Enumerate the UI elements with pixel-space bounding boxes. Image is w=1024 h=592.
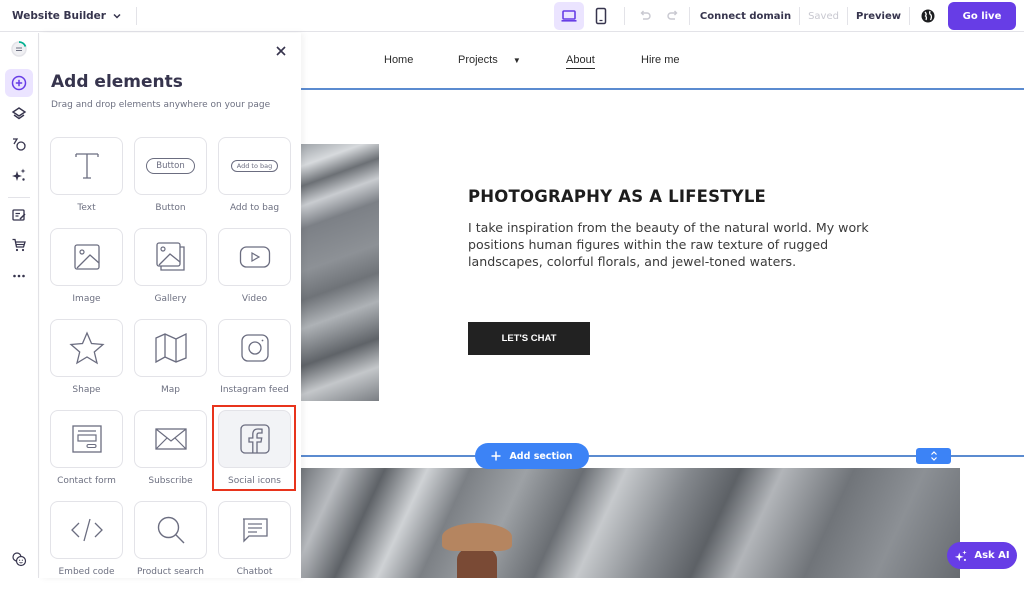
close-icon — [276, 46, 286, 56]
top-bar: Website Builder Connect domain Saved Pre… — [0, 0, 1024, 32]
element-tile-social-icons[interactable]: Social icons — [218, 410, 291, 501]
element-tile-product-search[interactable]: Product search — [134, 501, 207, 592]
map-icon — [154, 332, 187, 364]
section-background-image[interactable] — [300, 468, 960, 578]
site-settings-button[interactable] — [914, 2, 942, 30]
ai-tools-button[interactable] — [5, 161, 33, 189]
undo-icon — [640, 10, 651, 20]
layers-icon — [11, 107, 27, 120]
lets-chat-button[interactable]: LET'S CHAT — [468, 322, 590, 355]
element-tile-button[interactable]: Button Button — [134, 137, 207, 228]
panel-subtitle: Drag and drop elements anywhere on your … — [51, 100, 271, 110]
checklist-progress-icon — [11, 41, 27, 57]
edit-document-icon — [12, 209, 26, 221]
nav-item-home[interactable]: Home — [384, 54, 413, 66]
close-panel-button[interactable] — [273, 43, 289, 59]
redo-button[interactable] — [659, 2, 687, 30]
nav-item-hire-me[interactable]: Hire me — [641, 54, 680, 66]
element-tile-video[interactable]: Video — [218, 228, 291, 319]
left-rail — [0, 33, 39, 578]
website-canvas: Home Projects ▼ About Hire me PHOTOGRAPH… — [300, 33, 1024, 578]
chevron-down-icon — [113, 13, 121, 19]
cart-icon — [12, 238, 26, 252]
facebook-icon — [239, 424, 270, 454]
connect-domain-button[interactable]: Connect domain — [692, 11, 799, 22]
element-tile-subscribe[interactable]: Subscribe — [134, 410, 207, 501]
more-button[interactable] — [5, 262, 33, 290]
saved-status: Saved — [808, 10, 839, 22]
preview-button[interactable]: Preview — [848, 11, 909, 22]
undo-button[interactable] — [631, 2, 659, 30]
add-section-button[interactable]: Add section — [475, 443, 589, 469]
gallery-icon — [155, 242, 185, 271]
store-button[interactable] — [5, 231, 33, 259]
image-icon — [73, 244, 100, 270]
more-dots-icon — [13, 274, 25, 278]
code-icon — [70, 518, 103, 542]
desktop-view-button[interactable] — [553, 2, 584, 30]
divider — [909, 7, 910, 25]
person-hat — [442, 523, 512, 551]
go-live-button[interactable]: Go live — [948, 2, 1016, 30]
add-elements-button[interactable] — [5, 69, 33, 97]
element-tile-instagram-feed[interactable]: Instagram feed — [218, 319, 291, 410]
contact-form-icon — [71, 425, 102, 453]
chevron-up-down-icon — [930, 451, 937, 461]
divider — [623, 7, 625, 25]
ask-ai-button[interactable]: Ask AI — [947, 542, 1017, 569]
element-tile-contact-form[interactable]: Contact form — [50, 410, 123, 501]
hero-text[interactable]: I take inspiration from the beauty of th… — [468, 219, 898, 270]
laptop-icon — [561, 10, 577, 22]
divider — [135, 6, 137, 25]
website-builder-menu[interactable]: Website Builder — [0, 10, 122, 22]
mobile-view-button[interactable] — [586, 2, 616, 30]
instagram-icon — [240, 334, 269, 362]
hero-image[interactable] — [300, 144, 379, 401]
progress-checklist-button[interactable] — [5, 35, 33, 63]
element-tile-map[interactable]: Map — [134, 319, 207, 410]
plus-icon — [491, 451, 501, 461]
element-tile-embed-code[interactable]: Embed code — [50, 501, 123, 592]
redo-icon — [667, 10, 678, 20]
blog-button[interactable] — [5, 201, 33, 229]
element-tile-image[interactable]: Image — [50, 228, 123, 319]
text-icon — [74, 153, 99, 179]
element-tile-gallery[interactable]: Gallery — [134, 228, 207, 319]
add-elements-panel: Add elements Drag and drop elements anyw… — [40, 33, 301, 578]
brand-label: Website Builder — [12, 9, 106, 22]
envelope-icon — [154, 428, 187, 450]
elements-grid: Text Button Button Add to bag Add to bag… — [50, 137, 291, 592]
phone-icon — [595, 7, 607, 25]
styles-button[interactable] — [5, 130, 33, 158]
help-chat-icon — [12, 552, 27, 567]
palette-shapes-icon — [13, 138, 26, 151]
globe-icon — [921, 9, 935, 23]
panel-title: Add elements — [51, 72, 183, 92]
help-button[interactable] — [5, 545, 33, 573]
element-tile-shape[interactable]: Shape — [50, 319, 123, 410]
sparkles-icon — [12, 168, 26, 181]
element-tile-chatbot[interactable]: Chatbot — [218, 501, 291, 592]
video-icon — [239, 246, 270, 268]
element-tile-text[interactable]: Text — [50, 137, 123, 228]
chat-icon — [242, 518, 268, 543]
nav-item-about[interactable]: About — [566, 54, 595, 69]
element-tile-add-to-bag[interactable]: Add to bag Add to bag — [218, 137, 291, 228]
nav-item-projects[interactable]: Projects ▼ — [458, 54, 521, 66]
hero-title[interactable]: PHOTOGRAPHY AS A LIFESTYLE — [468, 187, 766, 206]
search-icon — [157, 516, 184, 544]
add-to-bag-icon: Add to bag — [230, 160, 279, 172]
divider — [688, 7, 690, 25]
plus-circle-icon — [11, 75, 27, 91]
layers-button[interactable] — [5, 100, 33, 128]
person-figure — [457, 547, 497, 578]
site-navigation: Home Projects ▼ About Hire me — [300, 33, 1024, 90]
button-icon: Button — [146, 158, 195, 174]
sparkles-icon — [955, 549, 968, 561]
rail-divider — [8, 197, 30, 198]
dropdown-triangle-icon: ▼ — [512, 56, 521, 65]
move-section-button[interactable] — [916, 448, 951, 464]
star-icon — [68, 331, 105, 365]
